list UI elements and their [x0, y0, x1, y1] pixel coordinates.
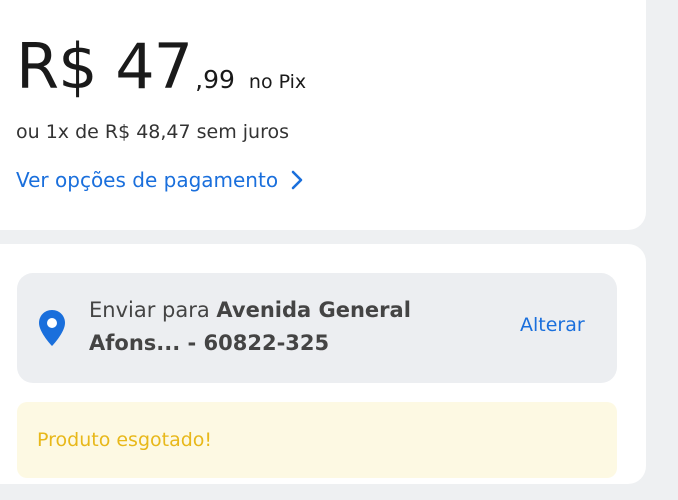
- payment-options-label: Ver opções de pagamento: [16, 168, 279, 192]
- payment-options-link[interactable]: Ver opções de pagamento: [16, 168, 304, 192]
- price-display: R$ 47 ,99 no Pix: [16, 36, 306, 98]
- shipping-prefix: Enviar para: [89, 298, 217, 322]
- change-address-button[interactable]: Alterar: [520, 314, 585, 336]
- sold-out-banner: Produto esgotado!: [17, 402, 617, 478]
- installments-text: ou 1x de R$ 48,47 sem juros: [16, 121, 290, 143]
- price-integer: R$ 47: [16, 30, 193, 103]
- chevron-right-icon: [291, 170, 303, 190]
- shipping-address-text: Enviar para Avenida General Afons... - 6…: [89, 294, 489, 360]
- location-pin-icon: [39, 310, 65, 346]
- price-cents: ,99: [195, 65, 235, 94]
- price-payment-method: no Pix: [248, 71, 307, 93]
- sold-out-message: Produto esgotado!: [37, 429, 213, 451]
